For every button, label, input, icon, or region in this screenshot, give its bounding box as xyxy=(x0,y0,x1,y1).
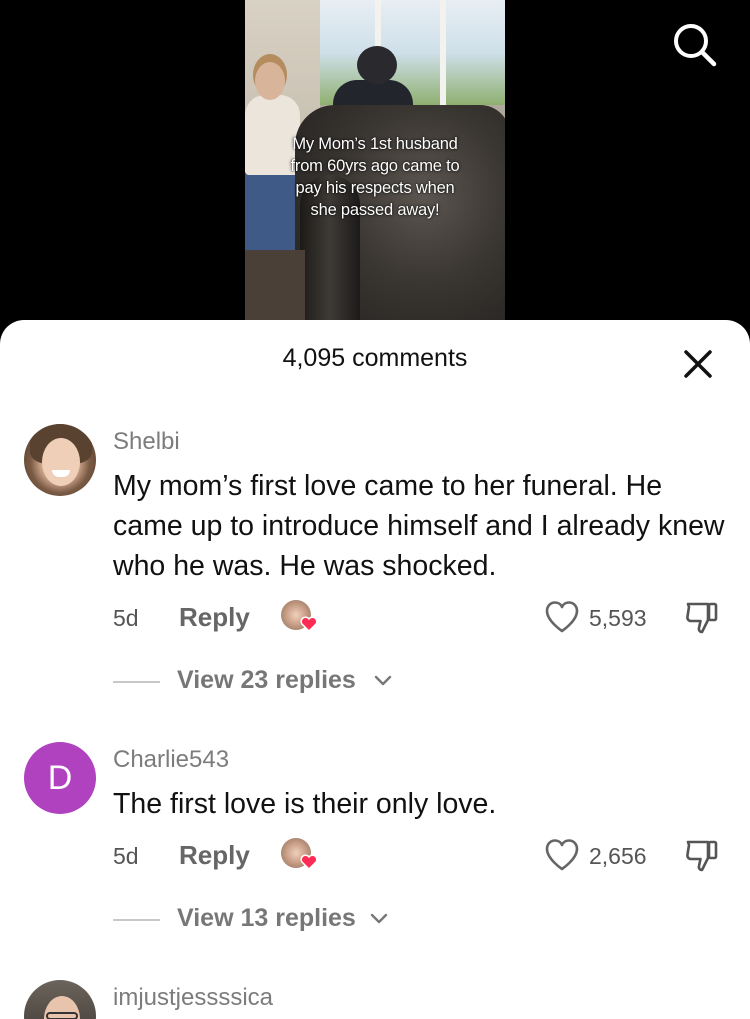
close-icon xyxy=(684,350,712,378)
comment-time: 5d xyxy=(113,605,139,631)
comment-count: 4,095 comments xyxy=(282,344,468,372)
creator-liked-badge xyxy=(281,600,321,636)
red-heart-icon xyxy=(300,616,318,633)
red-heart-icon xyxy=(300,854,318,871)
video-player[interactable]: My Mom’s 1st husband from 60yrs ago came… xyxy=(245,0,505,330)
avatar-face xyxy=(42,438,80,486)
reply-button[interactable]: Reply xyxy=(179,602,250,633)
avatar[interactable]: D xyxy=(24,742,96,814)
comment-text: My mom’s first love came to her funeral.… xyxy=(113,470,725,582)
comment-time: 5d xyxy=(113,843,139,869)
view-replies-label: View 23 replies xyxy=(177,666,356,694)
search-icon xyxy=(674,24,717,67)
chevron-down-icon xyxy=(370,913,388,924)
video-caption-line: she passed away! xyxy=(310,201,440,219)
video-caption-line: pay his respects when xyxy=(295,179,455,197)
reply-button[interactable]: Reply xyxy=(179,840,250,871)
replies-divider xyxy=(113,919,160,921)
dislike-button[interactable] xyxy=(683,598,721,636)
replies-divider xyxy=(113,681,160,683)
heart-outline-icon xyxy=(545,601,579,633)
search-button[interactable] xyxy=(668,18,720,70)
comments-header: 4,095 comments xyxy=(0,320,750,400)
close-button[interactable] xyxy=(676,342,720,386)
comment-username[interactable]: Charlie543 xyxy=(113,746,229,774)
avatar[interactable] xyxy=(24,424,96,496)
view-replies-button[interactable]: View 13 replies xyxy=(113,900,413,940)
avatar[interactable] xyxy=(24,980,96,1019)
comment-item: Shelbi My mom’s first love came to her f… xyxy=(0,420,750,720)
video-caption: My Mom’s 1st husband from 60yrs ago came… xyxy=(245,133,505,221)
video-area[interactable]: My Mom’s 1st husband from 60yrs ago came… xyxy=(0,0,750,340)
dislike-button[interactable] xyxy=(683,836,721,874)
video-scene-man-head xyxy=(357,46,397,84)
heart-outline-icon xyxy=(545,839,579,871)
view-replies-label: View 13 replies xyxy=(177,904,356,932)
video-caption-line: from 60yrs ago came to xyxy=(290,157,460,175)
comments-sheet: 4,095 comments Shelbi My mom’s first lov… xyxy=(0,320,750,1019)
comment-item: D Charlie543 The first love is their onl… xyxy=(0,738,750,968)
video-scene-person-head xyxy=(255,62,285,100)
like-button[interactable] xyxy=(544,838,580,872)
like-button[interactable] xyxy=(544,600,580,634)
video-caption-line: My Mom’s 1st husband xyxy=(292,135,458,153)
comment-username[interactable]: Shelbi xyxy=(113,428,180,456)
like-count: 2,656 xyxy=(589,843,647,869)
thumbs-down-icon xyxy=(686,840,718,872)
chevron-down-icon xyxy=(374,675,392,686)
like-count: 5,593 xyxy=(589,605,647,631)
video-scene-floor xyxy=(245,250,305,330)
view-replies-button[interactable]: View 23 replies xyxy=(113,662,413,702)
creator-liked-badge xyxy=(281,838,321,874)
comment-text: The first love is their only love. xyxy=(113,788,497,820)
comment-item: imjustjessssica xyxy=(0,980,750,1019)
avatar-glasses xyxy=(46,1012,78,1019)
comment-username[interactable]: imjustjessssica xyxy=(113,984,273,1012)
thumbs-down-icon xyxy=(686,602,718,634)
